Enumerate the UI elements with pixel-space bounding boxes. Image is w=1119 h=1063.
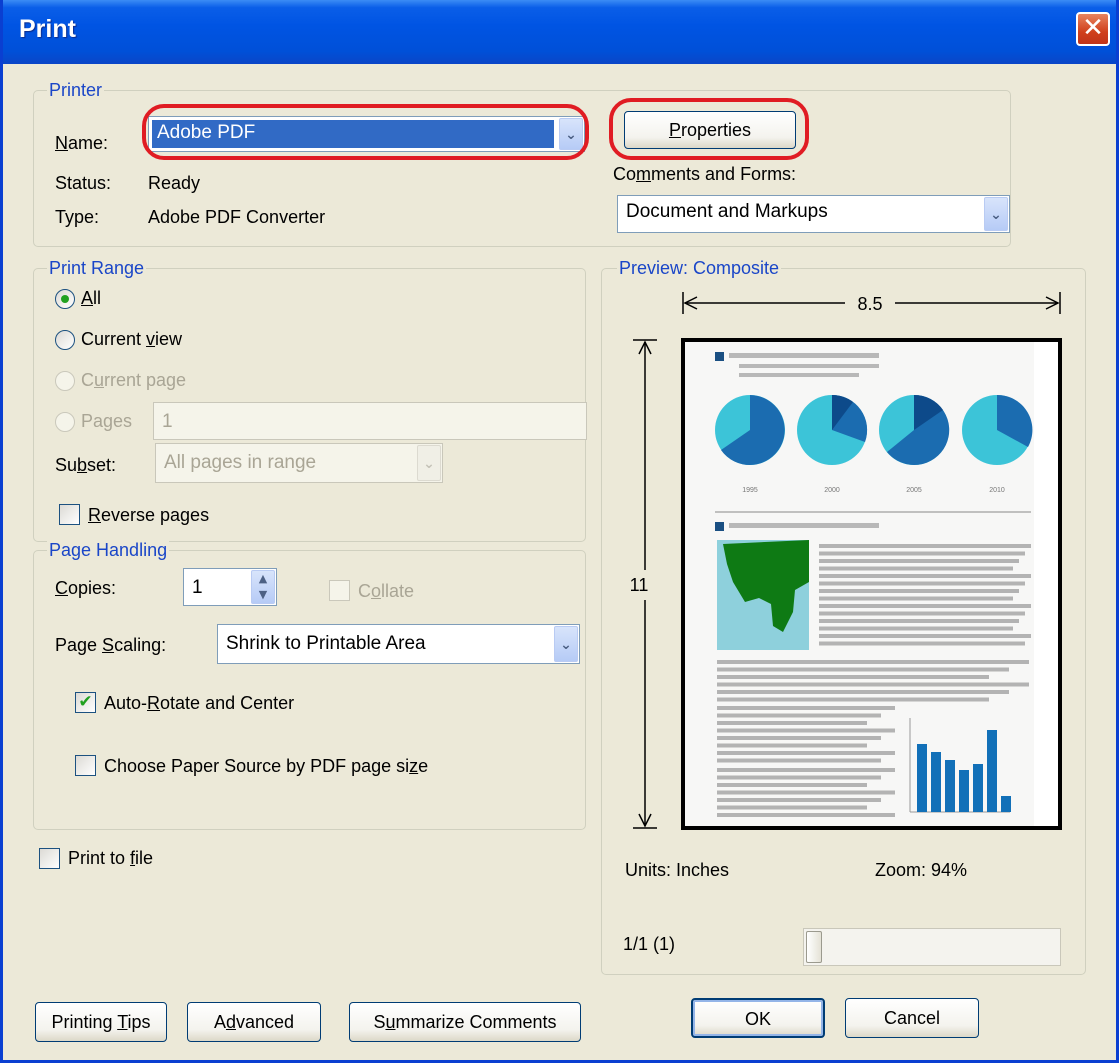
radio-pages [55, 412, 75, 432]
heading-lines [729, 353, 879, 377]
spin-arrows-icon[interactable]: ▲ ▼ [251, 570, 275, 604]
type-label: Type: [55, 207, 100, 227]
page-scaling-select[interactable]: Shrink to Printable Area ⌄ [217, 624, 580, 664]
collate-label: Collate [358, 581, 415, 601]
ok-button[interactable]: OK [691, 998, 825, 1038]
comments-forms-value: Document and Markups [626, 201, 828, 222]
units-label: Units: Inches [625, 860, 730, 880]
page-indicator: 1/1 (1) [623, 934, 676, 954]
preview-page-slider[interactable] [803, 928, 1061, 966]
zoom-label: Zoom: 94% [875, 860, 968, 880]
type-value: Adobe PDF Converter [148, 207, 326, 227]
status-value: Ready [148, 173, 201, 193]
printer-name-label: Name: [55, 133, 109, 153]
title-bar[interactable]: Print ✕ [3, 0, 1116, 64]
radio-pages-label: Pages [81, 411, 133, 431]
page-scaling-value: Shrink to Printable Area [226, 633, 426, 654]
copies-stepper[interactable]: 1 ▲ ▼ [183, 568, 277, 606]
reverse-pages-label: Reverse pages [88, 505, 210, 525]
radio-current-view-label: Current view [81, 329, 183, 349]
page-preview: 8.5 11 1995 2000 2005 2010 [630, 292, 1062, 830]
auto-rotate-label: Auto-Rotate and Center [104, 693, 295, 713]
page-scaling-label: Page Scaling: [55, 635, 167, 655]
print-dialog: Print ✕ Printer Name: Adobe PDF ⌄ Status… [0, 0, 1119, 1063]
window-title: Print [19, 15, 76, 43]
slider-thumb[interactable] [806, 931, 822, 963]
radio-all-label: All [81, 288, 102, 308]
radio-selected-dot [61, 295, 69, 303]
svg-text:2010: 2010 [989, 487, 1005, 494]
printer-name-highlight [142, 104, 589, 160]
svg-text:1995: 1995 [742, 487, 758, 494]
checkmark-icon: ✔ [78, 692, 93, 712]
print-to-file-label: Print to file [68, 848, 154, 868]
collate-checkbox [329, 580, 350, 601]
subset-select: All pages in range ⌄ [155, 443, 443, 483]
reverse-pages-checkbox[interactable] [59, 504, 80, 525]
svg-text:2005: 2005 [906, 487, 922, 494]
print-to-file-checkbox[interactable] [39, 848, 60, 869]
cancel-button[interactable]: Cancel [845, 998, 979, 1038]
page-handling-group-title: Page Handling [47, 540, 170, 561]
section-icon [715, 352, 724, 361]
subset-label: Subset: [55, 455, 117, 475]
printing-tips-button[interactable]: Printing Tips [35, 1002, 167, 1042]
preview-group-title: Preview: Composite [617, 258, 782, 279]
comments-forms-select[interactable]: Document and Markups ⌄ [617, 195, 1010, 233]
properties-highlight [609, 98, 809, 160]
height-dimension-label: 11 [630, 575, 649, 595]
pages-input: 1 [153, 402, 587, 440]
svg-text:2000: 2000 [824, 487, 840, 494]
copies-label: Copies: [55, 578, 117, 598]
summarize-comments-button[interactable]: Summarize Comments [349, 1002, 581, 1042]
paper-source-label: Choose Paper Source by PDF page size [104, 756, 429, 776]
comments-forms-label: Comments and Forms: [613, 164, 797, 184]
chevron-down-icon[interactable]: ⌄ [984, 197, 1008, 231]
status-label: Status: [55, 173, 112, 193]
chevron-down-icon[interactable]: ⌄ [554, 626, 578, 662]
copies-value: 1 [192, 577, 203, 598]
advanced-button[interactable]: Advanced [187, 1002, 321, 1042]
paper-source-checkbox[interactable] [75, 755, 96, 776]
radio-current-page [55, 371, 75, 391]
close-button[interactable]: ✕ [1076, 12, 1110, 46]
radio-current-page-label: Current page [81, 370, 187, 390]
width-dimension-label: 8.5 [857, 294, 882, 314]
chevron-down-icon: ⌄ [417, 445, 441, 481]
auto-rotate-checkbox[interactable]: ✔ [75, 692, 96, 713]
print-range-group-title: Print Range [47, 258, 147, 279]
subset-value: All pages in range [164, 452, 317, 473]
radio-all[interactable] [55, 289, 75, 309]
pages-input-value: 1 [162, 411, 173, 432]
radio-current-view[interactable] [55, 330, 75, 350]
printer-group-title: Printer [47, 80, 105, 101]
